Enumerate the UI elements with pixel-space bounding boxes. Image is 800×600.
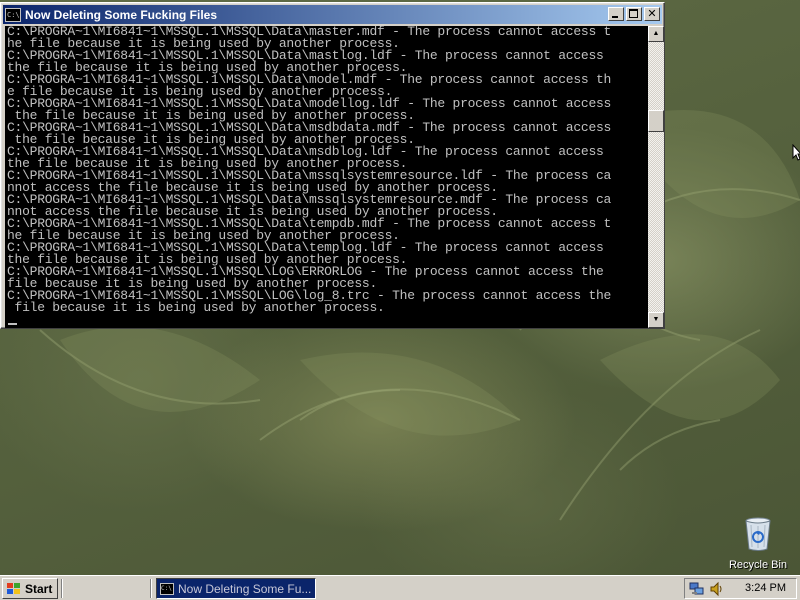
network-icon[interactable] [689, 581, 705, 597]
system-tray: 3:24 PM [684, 578, 797, 599]
recycle-bin[interactable]: Recycle Bin [726, 516, 790, 571]
close-button[interactable]: ✕ [644, 7, 660, 21]
clock[interactable]: 3:24 PM [745, 582, 786, 594]
taskbar-separator [150, 579, 152, 598]
windows-logo-icon [7, 582, 20, 594]
recycle-bin-icon [745, 517, 771, 551]
window-title: Now Deleting Some Fucking Files [25, 7, 218, 22]
console-icon: C:\ [5, 7, 21, 22]
scroll-up-button[interactable]: ▲ [648, 26, 664, 42]
console-text: C:\PROGRA~1\MI6841~1\MSSQL.1\MSSQL\Data\… [5, 26, 648, 314]
scroll-down-button[interactable]: ▼ [648, 312, 664, 328]
quick-launch [65, 578, 147, 599]
task-button-console[interactable]: C:\ Now Deleting Some Fu... [156, 578, 316, 599]
minimize-button[interactable] [608, 7, 624, 21]
start-button[interactable]: Start [2, 578, 58, 599]
console-window[interactable]: C:\ Now Deleting Some Fucking Files ✕ C:… [0, 2, 665, 329]
vertical-scrollbar[interactable]: ▲ ▼ [648, 26, 664, 328]
taskbar: Start C:\ Now Deleting Some Fu... 3:24 P… [0, 575, 800, 600]
console-output[interactable]: C:\PROGRA~1\MI6841~1\MSSQL.1\MSSQL\Data\… [5, 26, 648, 328]
scroll-thumb[interactable] [648, 110, 664, 132]
console-line: file because it is being used by another… [7, 300, 385, 315]
taskbar-separator [61, 579, 63, 598]
start-label: Start [25, 581, 53, 596]
text-cursor [8, 323, 17, 325]
console-icon: C:\ [160, 582, 174, 595]
task-button-label: Now Deleting Some Fu... [178, 581, 312, 596]
desktop: C:\ Now Deleting Some Fucking Files ✕ C:… [0, 0, 800, 575]
mouse-pointer-icon [792, 144, 800, 161]
caption-buttons: ✕ [606, 7, 660, 21]
recycle-bin-label: Recycle Bin [728, 559, 788, 571]
volume-icon[interactable] [709, 581, 725, 597]
title-bar[interactable]: C:\ Now Deleting Some Fucking Files ✕ [3, 5, 662, 24]
maximize-button[interactable] [626, 7, 642, 21]
